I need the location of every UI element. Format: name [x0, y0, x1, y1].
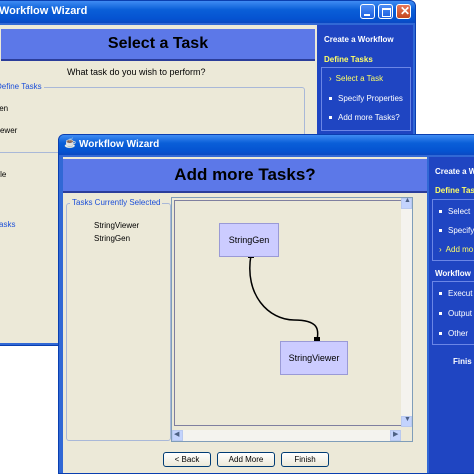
back-group-item[interactable]: Viewer	[0, 126, 17, 135]
bullet-icon	[329, 116, 332, 120]
back-group-label: Define Tasks	[0, 82, 44, 91]
tasks-selected-label: Tasks Currently Selected	[70, 198, 163, 207]
back-steps-heading: Create a Workflow	[324, 35, 394, 44]
node-label: StringViewer	[288, 353, 340, 363]
node-stringgen[interactable]: StringGen	[219, 223, 279, 257]
vertical-scrollbar[interactable]: ▲ ▼	[401, 197, 412, 427]
back-step-item: Specify Properties	[329, 94, 403, 103]
front-step-item: Select	[439, 207, 470, 216]
back-button[interactable]: < Back	[163, 452, 211, 467]
close-icon: ✕	[400, 4, 411, 18]
horizontal-scrollbar[interactable]: ◀ ▶	[172, 430, 401, 441]
chevron-right-icon: ▶	[393, 431, 399, 438]
front-step-item: › Add mo	[439, 245, 474, 254]
workflow-graph-panel[interactable]: StringGen StringViewer ▲ ▼ ◀ ▶	[171, 197, 413, 442]
node-stringviewer[interactable]: StringViewer	[280, 341, 348, 375]
selected-task-item[interactable]: StringViewer	[94, 221, 139, 230]
scroll-down-button[interactable]: ▼	[401, 416, 412, 427]
front-steps-section2: Workflow	[435, 269, 471, 278]
back-window-title: Workflow Wizard	[0, 5, 88, 17]
back-step-item: › Select a Task	[329, 74, 384, 83]
arrow-icon: ›	[439, 245, 442, 254]
connection-edge	[248, 252, 320, 343]
front-page-title: Add more Tasks?	[174, 165, 316, 184]
front-step-item: Output	[439, 309, 472, 318]
scroll-right-button[interactable]: ▶	[390, 430, 401, 441]
bullet-icon	[439, 210, 442, 214]
front-steps-heading: Create a Workf	[435, 167, 474, 176]
node-label: StringGen	[228, 235, 270, 245]
bullet-icon	[439, 332, 442, 336]
add-more-button[interactable]: Add More	[217, 452, 275, 467]
graph-canvas[interactable]: StringGen StringViewer	[174, 200, 410, 426]
scroll-up-button[interactable]: ▲	[401, 197, 412, 209]
finish-button[interactable]: Finish	[281, 452, 329, 467]
front-steps-footer: Finis	[453, 357, 472, 366]
chevron-left-icon: ◀	[174, 431, 180, 438]
back-group-item[interactable]: role	[0, 170, 6, 179]
front-step-item: Other	[439, 329, 468, 338]
maximize-button[interactable]	[378, 4, 393, 19]
back-step-item: Add more Tasks?	[329, 113, 400, 122]
bullet-icon	[329, 97, 332, 101]
bullet-icon	[439, 292, 442, 296]
close-button[interactable]: ✕	[396, 4, 411, 19]
front-title-bar[interactable]: ☕ Workflow Wizard	[59, 135, 474, 155]
back-page-title: Select a Task	[107, 35, 209, 52]
arrow-icon: ›	[329, 74, 332, 83]
front-content-area: Add more Tasks? Tasks Currently Selected…	[63, 157, 427, 473]
java-cup-icon: ☕	[64, 138, 77, 149]
chevron-up-icon: ▲	[404, 197, 411, 204]
back-prompt-text: What task do you wish to perform?	[67, 67, 206, 77]
front-steps-panel: Create a Workf Define Tas Select Specify…	[429, 157, 474, 473]
front-wizard-window: ☕ Workflow Wizard Add more Tasks? Tasks …	[58, 134, 474, 474]
back-steps-section: Define Tasks	[324, 55, 373, 64]
bullet-icon	[439, 312, 442, 316]
front-step-item: Specify	[439, 226, 474, 235]
back-group-item[interactable]: Gen	[0, 104, 8, 113]
back-header-banner: Select a Task	[1, 29, 315, 61]
front-window-title: Workflow Wizard	[79, 139, 160, 150]
back-tasks-label: Tasks	[0, 220, 16, 229]
front-header-banner: Add more Tasks?	[63, 159, 427, 193]
scroll-left-button[interactable]: ◀	[172, 430, 183, 441]
front-steps-section: Define Tas	[435, 186, 474, 195]
bullet-icon	[439, 229, 442, 233]
chevron-down-icon: ▼	[404, 416, 411, 423]
back-title-bar[interactable]: Workflow Wizard ✕	[0, 1, 415, 23]
front-step-item: Execut	[439, 289, 472, 298]
selected-task-item[interactable]: StringGen	[94, 234, 130, 243]
minimize-button[interactable]	[360, 4, 375, 19]
